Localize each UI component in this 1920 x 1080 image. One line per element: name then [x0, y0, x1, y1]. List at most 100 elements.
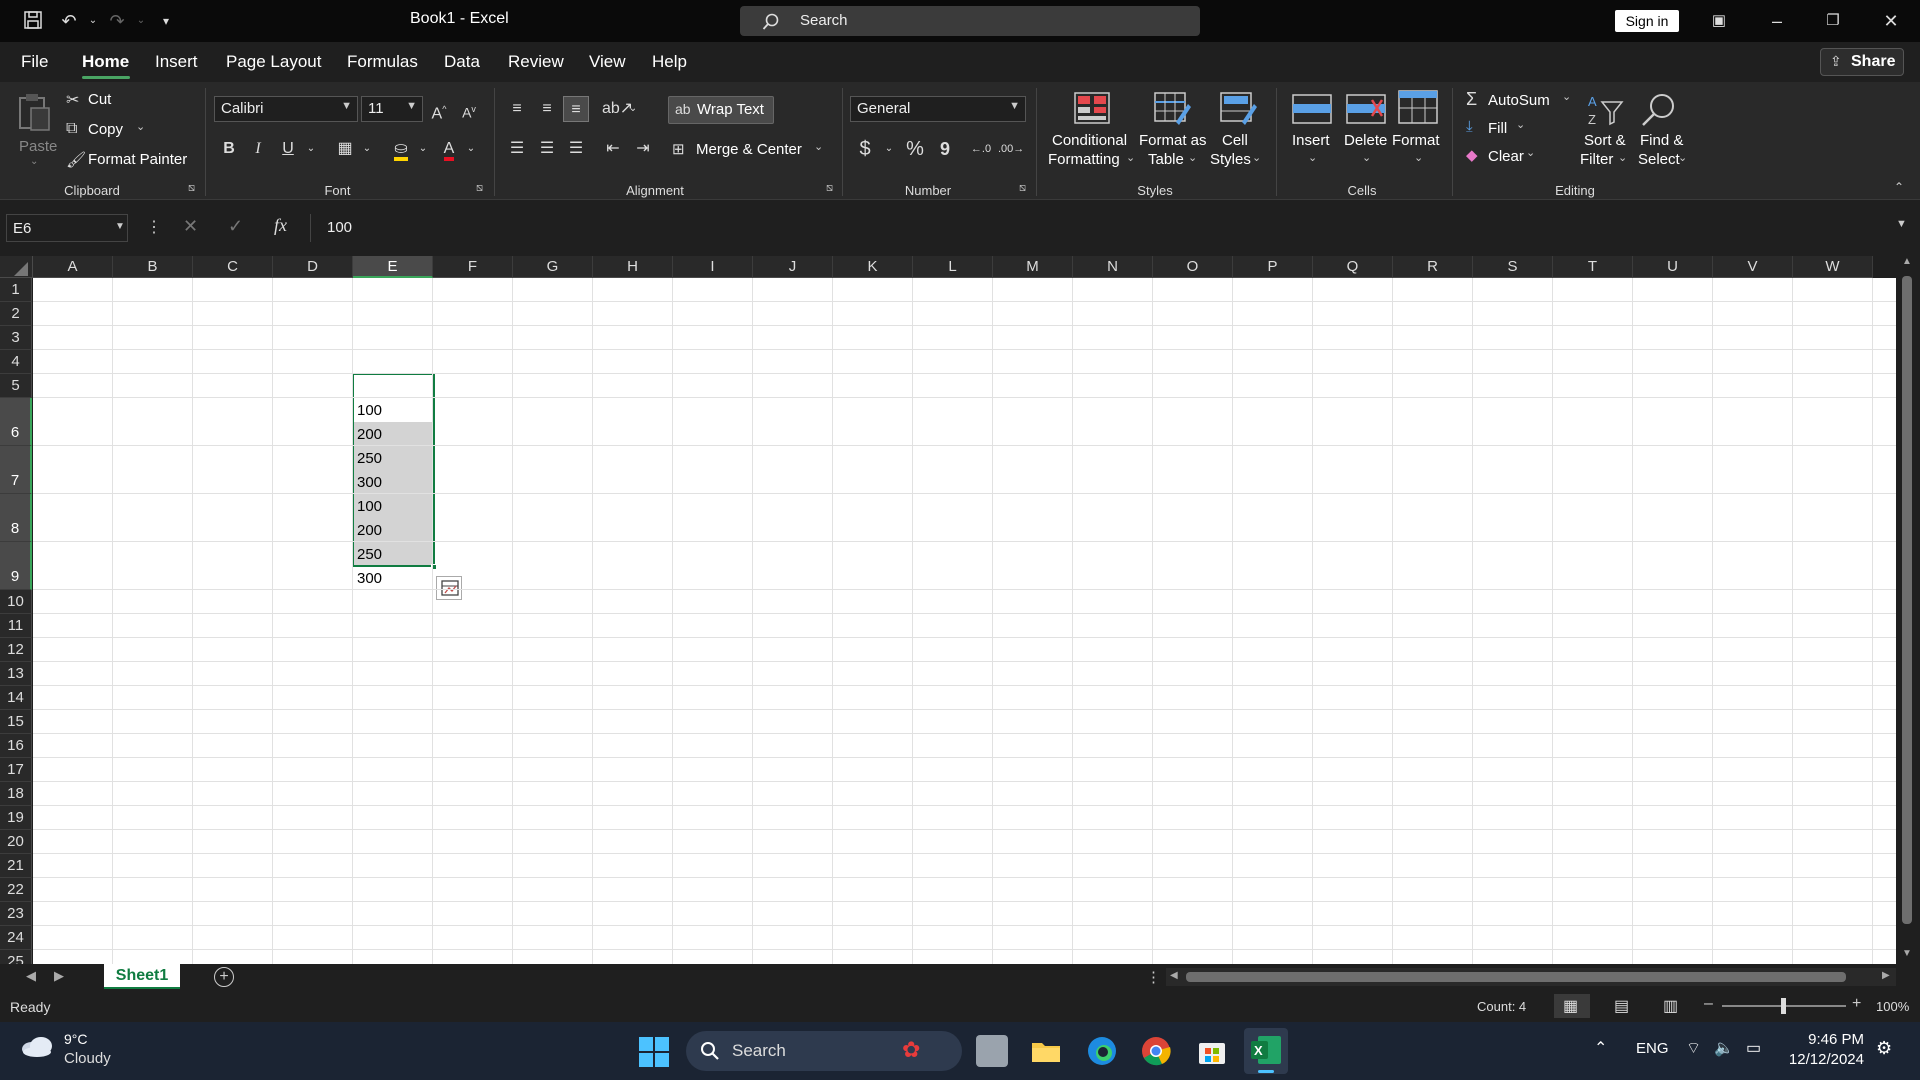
decrease-indent-icon[interactable]: ⇤ [600, 136, 626, 162]
currency-button[interactable]: $ [852, 136, 878, 162]
row-header-3[interactable]: 3 [0, 326, 32, 350]
search-box[interactable]: Search [740, 6, 1200, 36]
insert-cells-button[interactable]: Insert ⌄ [1286, 88, 1338, 178]
fill-color-dropdown-icon[interactable]: ⌄ [410, 136, 436, 162]
clock-time[interactable]: 9:46 PM [1776, 1031, 1864, 1048]
quick-analysis-button[interactable] [436, 576, 462, 600]
column-header-v[interactable]: V [1713, 256, 1793, 278]
scroll-up-icon[interactable]: ▲ [1902, 256, 1912, 267]
align-center-icon[interactable]: ☰ [534, 136, 560, 162]
tab-formulas[interactable]: Formulas [347, 52, 418, 72]
row-header-13[interactable]: 13 [0, 662, 32, 686]
normal-view-button[interactable]: ▦ [1554, 994, 1590, 1018]
row-header-15[interactable]: 15 [0, 710, 32, 734]
zoom-slider-thumb[interactable] [1781, 998, 1786, 1014]
tab-home[interactable]: Home [82, 52, 129, 72]
comma-style-button[interactable]: 9 [932, 136, 958, 162]
select-all-button[interactable] [0, 256, 33, 278]
volume-icon[interactable]: 🔈 [1714, 1038, 1734, 1058]
file-explorer-icon[interactable] [1030, 1035, 1062, 1067]
restore-icon[interactable]: ❐ [1822, 10, 1844, 32]
tab-page-layout[interactable]: Page Layout [226, 52, 321, 72]
more-options-icon[interactable]: ⋮ [146, 217, 162, 237]
row-header-4[interactable]: 4 [0, 350, 32, 374]
scroll-left-icon[interactable]: ◀ [1170, 970, 1178, 981]
copy-button[interactable]: ⧉ Copy ⌄ [66, 120, 156, 142]
increase-font-icon[interactable]: A^ [426, 96, 452, 122]
alignment-launcher-icon[interactable]: ⧅ [826, 182, 833, 195]
clear-button[interactable]: ◆ Clear ⌄ [1464, 146, 1544, 170]
name-box[interactable]: E6 ▼ [6, 214, 128, 242]
sign-in-button[interactable]: Sign in [1615, 10, 1679, 32]
zoom-out-icon[interactable]: – [1704, 995, 1713, 1013]
column-header-u[interactable]: U [1633, 256, 1713, 278]
column-header-g[interactable]: G [513, 256, 593, 278]
tab-data[interactable]: Data [444, 52, 480, 72]
excel-taskbar-button[interactable]: X [1244, 1028, 1288, 1074]
collapse-ribbon-icon[interactable]: ⌃ [1894, 180, 1904, 194]
save-icon[interactable] [22, 10, 44, 32]
ribbon-display-icon[interactable]: ▣ [1708, 10, 1730, 32]
column-header-c[interactable]: C [193, 256, 273, 278]
row-header-14[interactable]: 14 [0, 686, 32, 710]
column-header-p[interactable]: P [1233, 256, 1313, 278]
column-header-s[interactable]: S [1473, 256, 1553, 278]
notifications-icon[interactable]: ⚙ [1876, 1038, 1892, 1059]
page-break-view-icon[interactable]: ▥ [1663, 996, 1678, 1016]
worksheet-grid[interactable]: ABCDEFGHIJKLMNOPQRSTUVW 1 2 3 4 5 6 7 8 9 10 11 12 1… [0, 256, 1920, 964]
conditional-formatting-button[interactable]: Conditional Formatting ⌄ [1046, 88, 1136, 178]
italic-button[interactable]: I [245, 136, 271, 162]
share-button[interactable]: ⇪ Share [1820, 48, 1904, 76]
scroll-right-icon[interactable]: ▶ [1882, 970, 1890, 981]
show-hidden-icons[interactable]: ⌃ [1594, 1038, 1607, 1058]
row-header-2[interactable]: 2 [0, 302, 32, 326]
horizontal-scrollbar[interactable]: ◀ ▶ [1166, 968, 1896, 986]
weather-widget[interactable] [20, 1034, 56, 1060]
decrease-font-icon[interactable]: Av [456, 96, 482, 122]
underline-dropdown-icon[interactable]: ⌄ [298, 136, 324, 162]
scroll-down-icon[interactable]: ▼ [1902, 948, 1912, 959]
undo-icon[interactable]: ↶ [58, 10, 80, 32]
row-header-7[interactable]: 7 [0, 446, 32, 494]
row-header-18[interactable]: 18 [0, 782, 32, 806]
next-sheet-icon[interactable]: ▶ [54, 968, 64, 984]
increase-decimal-icon[interactable]: ←.0 [968, 136, 994, 162]
undo-dropdown-icon[interactable]: ⌄ [82, 10, 104, 32]
column-header-m[interactable]: M [993, 256, 1073, 278]
wifi-icon[interactable]: ⌔ [1686, 1038, 1701, 1058]
column-header-t[interactable]: T [1553, 256, 1633, 278]
row-header-9[interactable]: 9 [0, 542, 32, 590]
bold-button[interactable]: B [216, 136, 242, 162]
fill-button[interactable]: ⤓ Fill ⌄ [1464, 118, 1534, 142]
expand-formula-bar-icon[interactable]: ▼ [1896, 218, 1907, 230]
format-cells-button[interactable]: Format ⌄ [1392, 88, 1446, 178]
orientation-dropdown-icon[interactable]: ⌄ [620, 96, 646, 122]
column-header-w[interactable]: W [1793, 256, 1873, 278]
page-layout-view-icon[interactable]: ▤ [1614, 996, 1629, 1016]
cell-styles-button[interactable]: Cell Styles ⌄ [1208, 88, 1268, 178]
column-header-j[interactable]: J [753, 256, 833, 278]
tab-file[interactable]: File [21, 52, 48, 72]
column-header-b[interactable]: B [113, 256, 193, 278]
column-header-e[interactable]: E [353, 256, 433, 278]
add-sheet-button[interactable]: + [214, 967, 234, 987]
battery-icon[interactable]: ▭ [1746, 1038, 1761, 1058]
row-header-12[interactable]: 12 [0, 638, 32, 662]
row-header-6[interactable]: 6 [0, 398, 32, 446]
edge-icon[interactable] [1086, 1035, 1118, 1067]
chrome-icon[interactable] [1140, 1035, 1172, 1067]
insert-function-button[interactable]: fx [274, 215, 287, 236]
clock-date[interactable]: 12/12/2024 [1776, 1051, 1864, 1068]
borders-dropdown-icon[interactable]: ⌄ [354, 136, 380, 162]
row-header-24[interactable]: 24 [0, 926, 32, 950]
prev-sheet-icon[interactable]: ◀ [26, 968, 36, 984]
start-button[interactable] [638, 1036, 670, 1068]
column-header-n[interactable]: N [1073, 256, 1153, 278]
row-header-20[interactable]: 20 [0, 830, 32, 854]
vertical-scroll-thumb[interactable] [1902, 276, 1912, 924]
number-format-select[interactable]: General ▼ [850, 96, 1026, 122]
column-header-l[interactable]: L [913, 256, 993, 278]
font-size-select[interactable]: 11 ▼ [361, 96, 423, 122]
column-header-r[interactable]: R [1393, 256, 1473, 278]
row-header-8[interactable]: 8 [0, 494, 32, 542]
